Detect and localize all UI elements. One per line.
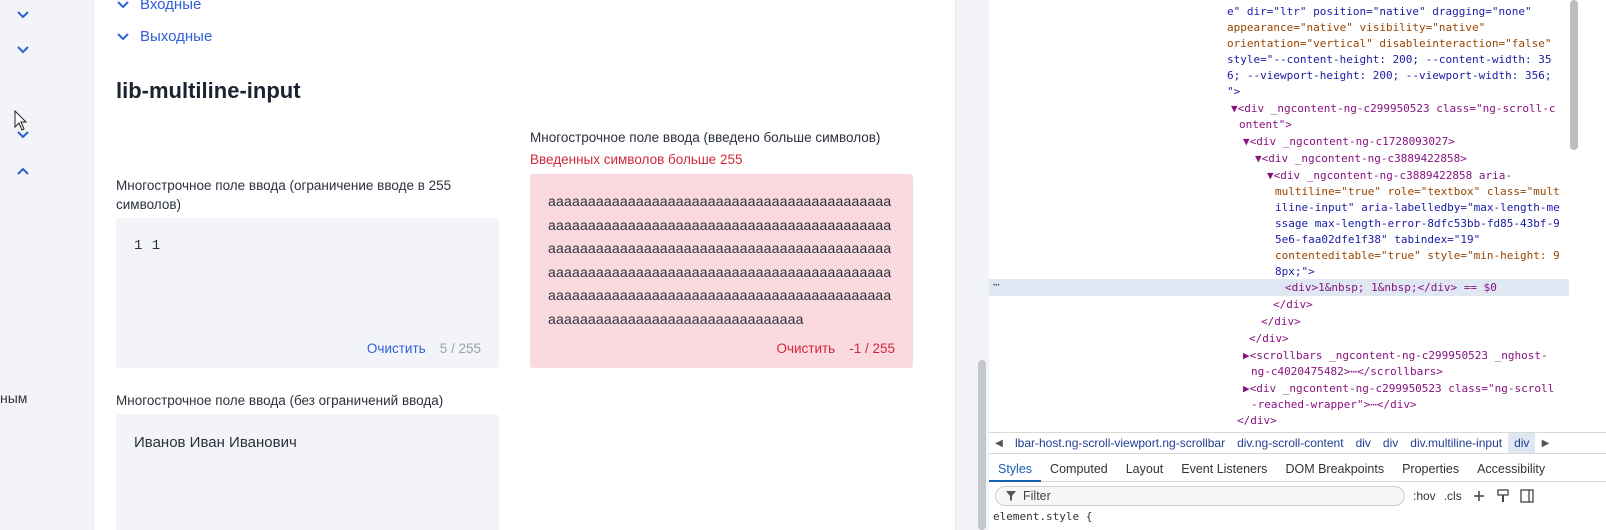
page-scrollbar-thumb[interactable]	[978, 360, 986, 530]
mouse-cursor-icon	[14, 109, 28, 137]
chevron-up-icon[interactable]	[14, 162, 32, 180]
page: ным Входные Выходные lib-multiline-input…	[0, 0, 1606, 530]
limited-multiline-input[interactable]: 1 1 Очистить 5 / 255	[116, 218, 499, 368]
dom-line[interactable]: contenteditable="true" style="min-height…	[1275, 249, 1560, 262]
styles-tabs: Styles Computed Layout Event Listeners D…	[989, 456, 1606, 482]
dom-line[interactable]: e" dir="ltr" position="native" dragging=…	[1227, 5, 1532, 18]
dom-line[interactable]: iline-input" aria-labelledby="max-length…	[1275, 201, 1560, 214]
styles-filter-input[interactable]: Filter	[995, 486, 1405, 506]
styles-toolbar: Filter :hov .cls	[989, 483, 1606, 509]
filter-icon	[1006, 491, 1016, 501]
crumb-item-active[interactable]: div	[1508, 433, 1536, 453]
dom-line[interactable]: ">	[1227, 85, 1240, 98]
dom-line-selected[interactable]: <div>1&nbsp; 1&nbsp;</div> == $0	[1285, 281, 1497, 294]
dom-line[interactable]: ▼<div _ngcontent-ng-c299950523 class="ng…	[1231, 102, 1556, 115]
accordion-outputs-label: Выходные	[140, 28, 213, 45]
crumb-right-arrow-icon[interactable]: ▶	[1535, 438, 1555, 449]
dom-line[interactable]: appearance="native" visibility="native"	[1227, 21, 1485, 34]
limited-clear-button[interactable]: Очистить	[367, 341, 426, 356]
unlimited-multiline-input[interactable]: Иванов Иван Иванович	[116, 414, 499, 530]
limited-input-value[interactable]: 1 1	[134, 238, 161, 254]
chevron-down-icon	[117, 32, 129, 40]
crumb-item[interactable]: lbar-host.ng-scroll-viewport.ng-scrollba…	[1009, 436, 1231, 450]
devtools-panel: ⋯ e" dir="ltr" position="native" draggin…	[989, 0, 1606, 530]
cls-toggle[interactable]: .cls	[1444, 489, 1462, 503]
limited-field-label: Многострочное поле ввода (ограничение вв…	[116, 178, 452, 212]
over-field-label: Многострочное поле ввода (введено больше…	[530, 130, 881, 145]
dom-line[interactable]: </div>	[1237, 414, 1277, 427]
unlimited-input-value[interactable]: Иванов Иван Иванович	[134, 434, 297, 451]
over-clear-button[interactable]: Очистить	[776, 341, 835, 356]
add-rule-icon[interactable]	[1472, 489, 1486, 503]
tab-event-listeners[interactable]: Event Listeners	[1172, 456, 1276, 482]
tab-dom-breakpoints[interactable]: DOM Breakpoints	[1276, 456, 1393, 482]
left-sidebar: ным	[0, 0, 55, 530]
dom-line[interactable]: 6; --viewport-height: 200; --viewport-wi…	[1227, 69, 1552, 82]
accordion-inputs[interactable]: Входные	[116, 0, 201, 13]
sidebar-cut-text: ным	[0, 390, 28, 406]
hov-toggle[interactable]: :hov	[1413, 489, 1436, 503]
breadcrumb: ◀ lbar-host.ng-scroll-viewport.ng-scroll…	[989, 432, 1606, 454]
more-actions-icon[interactable]: ⋯	[993, 278, 1000, 291]
dom-line[interactable]: ng-c4020475482>⋯</scrollbars>	[1251, 365, 1443, 378]
tab-computed[interactable]: Computed	[1041, 456, 1117, 482]
chevron-down-icon[interactable]	[14, 6, 32, 24]
over-multiline-input[interactable]: aaaaaaaaaaaaaaaaaaaaaaaaaaaaaaaaaaaaaaaa…	[530, 174, 913, 368]
dom-line[interactable]: ssage max-length-error-8dfc53bb-fd85-43b…	[1275, 217, 1560, 230]
tab-styles[interactable]: Styles	[989, 456, 1042, 482]
over-field-error: Введенных символов больше 255	[530, 152, 743, 167]
dom-line[interactable]: 5e6-faa02dfe1f38" tabindex="19"	[1275, 233, 1480, 246]
content-card: Входные Выходные lib-multiline-input Мно…	[93, 0, 956, 530]
dom-line[interactable]: orientation="vertical" disableinteractio…	[1227, 37, 1552, 50]
dom-line[interactable]: </div>	[1249, 332, 1289, 345]
dom-line[interactable]: ▼<div _ngcontent-ng-c3889422858>	[1255, 152, 1467, 165]
dom-line[interactable]: -reached-wrapper">⋯</div>	[1251, 398, 1417, 411]
chevron-down-icon	[117, 0, 129, 8]
chevron-down-icon[interactable]	[14, 41, 32, 59]
over-counter: -1 / 255	[849, 341, 895, 356]
toggle-sidebar-icon[interactable]	[1520, 489, 1534, 503]
crumb-item[interactable]: div.multiline-input	[1404, 436, 1508, 450]
crumb-item[interactable]: div	[1350, 436, 1377, 450]
dom-line[interactable]: multiline="true" role="textbox" class="m…	[1275, 185, 1560, 198]
page-scrollbar[interactable]	[975, 0, 989, 530]
tab-accessibility[interactable]: Accessibility	[1468, 456, 1554, 482]
dom-scrollbar[interactable]	[1570, 0, 1578, 430]
crumb-item[interactable]: div.ng-scroll-content	[1231, 436, 1350, 450]
element-style-rule[interactable]: element.style {	[993, 510, 1092, 523]
main-area: Входные Выходные lib-multiline-input Мно…	[55, 0, 993, 530]
accordion-inputs-label: Входные	[140, 0, 202, 13]
tab-layout[interactable]: Layout	[1117, 456, 1173, 482]
accordion-outputs[interactable]: Выходные	[116, 28, 212, 45]
crumb-item[interactable]: div	[1377, 436, 1404, 450]
dom-scrollbar-thumb[interactable]	[1570, 0, 1578, 150]
tab-properties[interactable]: Properties	[1393, 456, 1468, 482]
dom-line[interactable]: </div>	[1261, 315, 1301, 328]
dom-line[interactable]: ▶<scrollbars _ngcontent-ng-c299950523 _n…	[1243, 349, 1548, 362]
dom-line[interactable]: ▼<div _ngcontent-ng-c1728093027>	[1243, 135, 1455, 148]
dom-line[interactable]: </div>	[1273, 298, 1313, 311]
unlimited-field-label: Многострочное поле ввода (без ограничени…	[116, 393, 444, 408]
dom-line[interactable]: ontent">	[1239, 118, 1292, 131]
filter-placeholder: Filter	[1023, 489, 1051, 503]
dom-line[interactable]: 8px;">	[1275, 265, 1315, 278]
dom-line[interactable]: ▶<div _ngcontent-ng-c299950523 class="ng…	[1243, 382, 1554, 395]
limited-counter: 5 / 255	[439, 341, 481, 356]
crumb-left-arrow-icon[interactable]: ◀	[989, 438, 1009, 449]
dom-line[interactable]: ▼<div _ngcontent-ng-c3889422858 aria-	[1267, 169, 1512, 182]
section-title: lib-multiline-input	[116, 78, 301, 103]
paint-brush-icon[interactable]	[1496, 489, 1510, 503]
dom-line[interactable]: style="--content-height: 200; --content-…	[1227, 53, 1552, 66]
dom-tree[interactable]: ⋯ e" dir="ltr" position="native" draggin…	[989, 0, 1569, 430]
over-input-value[interactable]: aaaaaaaaaaaaaaaaaaaaaaaaaaaaaaaaaaaaaaaa…	[548, 190, 898, 331]
